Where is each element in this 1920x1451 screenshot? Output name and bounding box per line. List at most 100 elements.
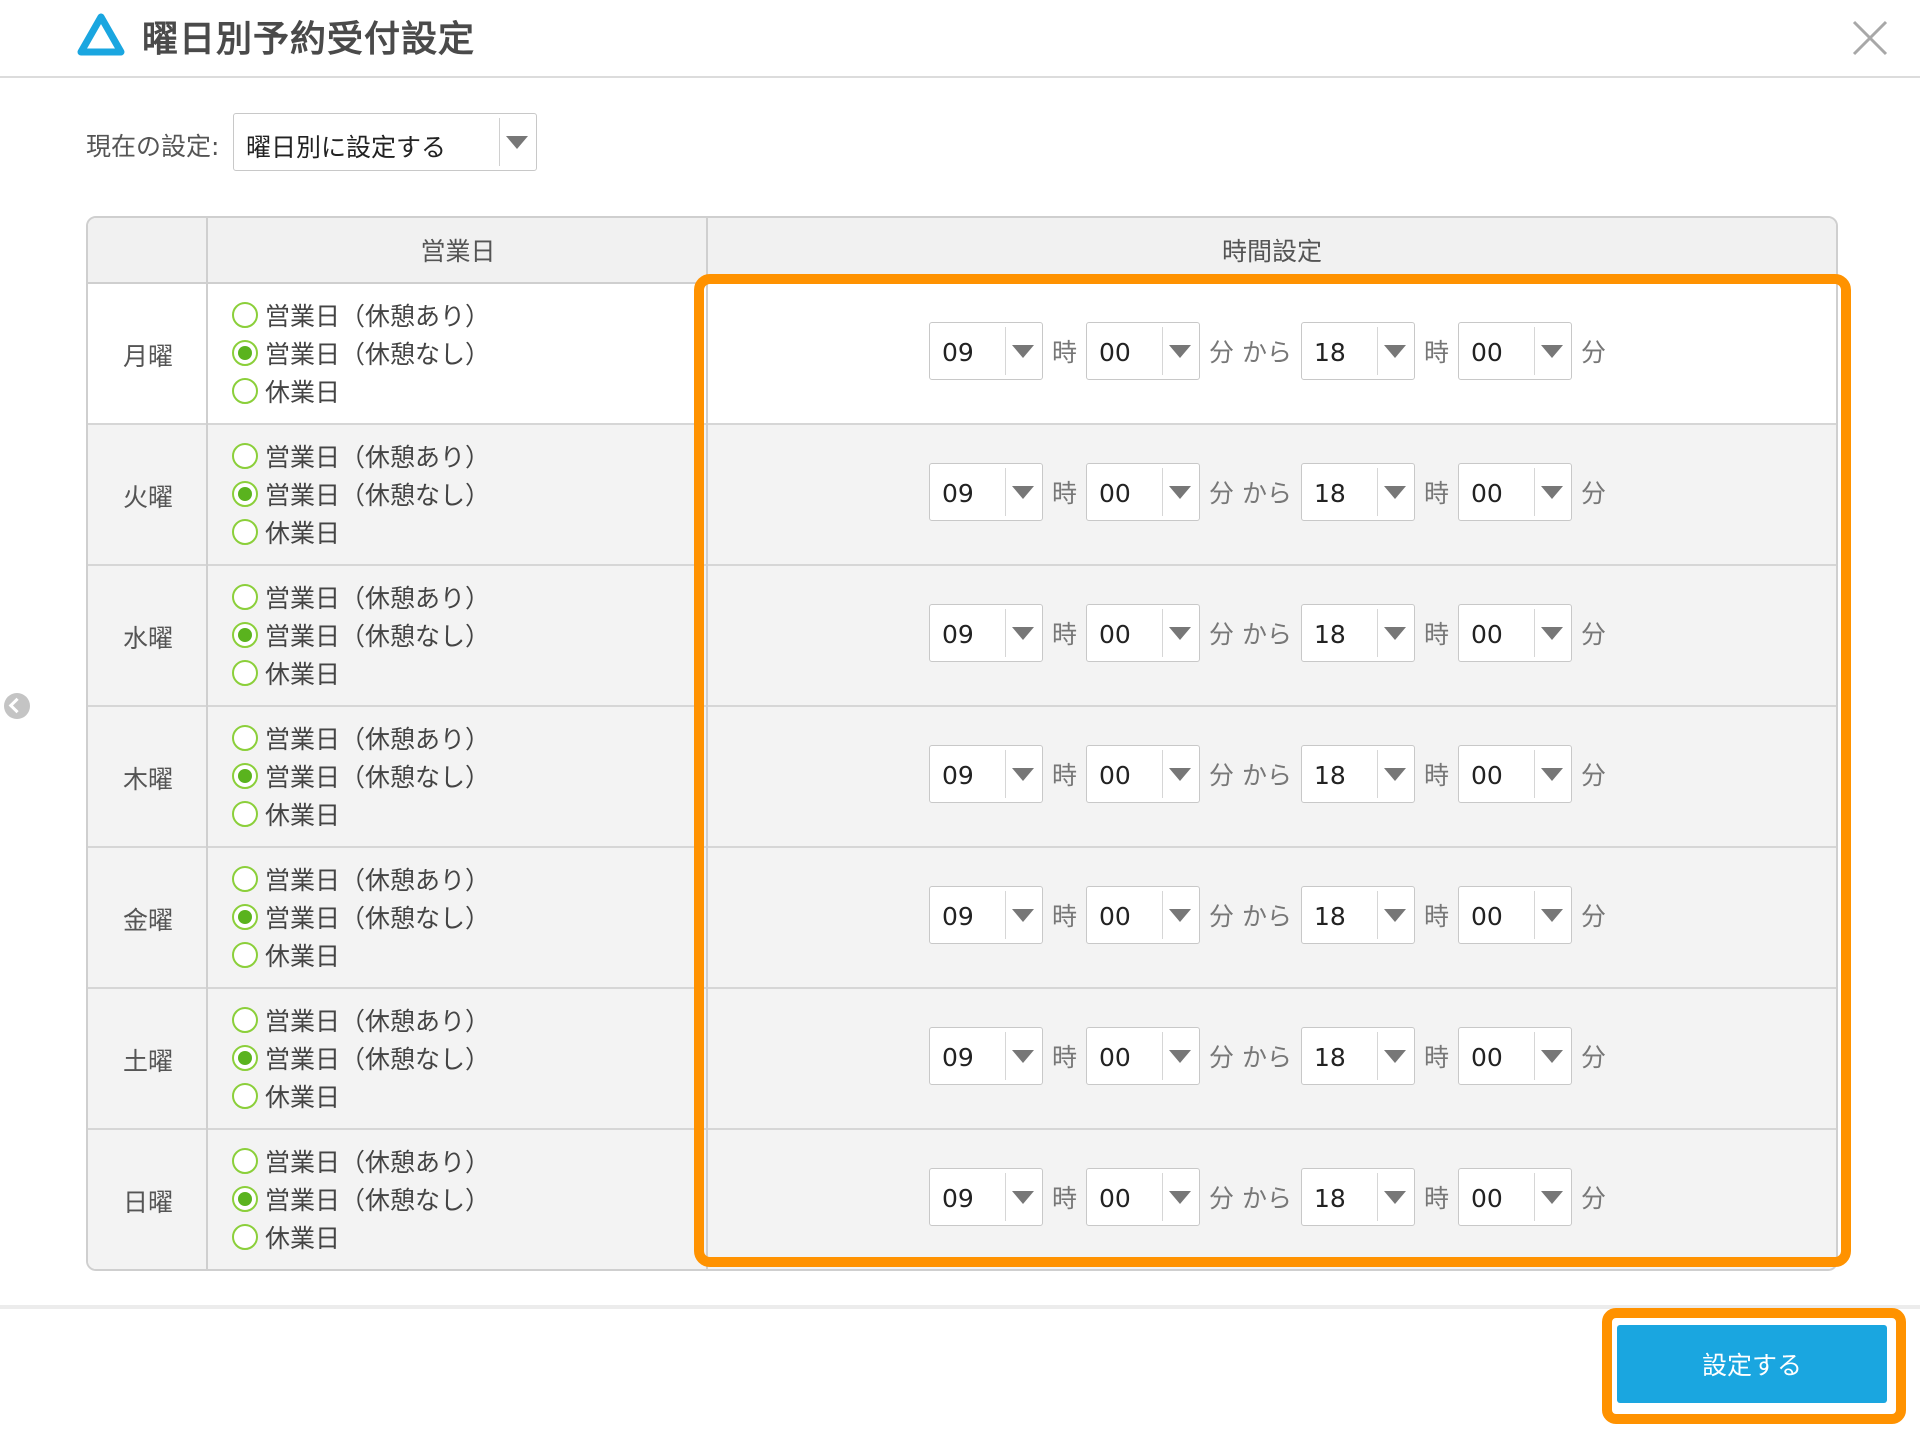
- business-day-option[interactable]: 休業日: [232, 372, 692, 410]
- business-day-option[interactable]: 営業日（休憩なし）: [232, 898, 692, 936]
- radio-button[interactable]: [232, 1045, 258, 1071]
- chevron-down-icon: [1012, 627, 1034, 640]
- business-day-option[interactable]: 営業日（休憩なし）: [232, 757, 692, 795]
- radio-button[interactable]: [232, 942, 258, 968]
- business-day-option[interactable]: 営業日（休憩なし）: [232, 475, 692, 513]
- option-label: 休業日: [265, 378, 341, 407]
- submit-button[interactable]: 設定する: [1617, 1325, 1887, 1403]
- business-day-options: 営業日（休憩あり） 営業日（休憩なし） 休業日: [232, 860, 692, 974]
- business-day-option[interactable]: 営業日（休憩あり）: [232, 860, 692, 898]
- current-setting-select[interactable]: 曜日別に設定する: [233, 113, 537, 171]
- end-hour-select[interactable]: 18: [1300, 886, 1415, 944]
- end-hour-select[interactable]: 18: [1300, 1027, 1415, 1085]
- radio-button[interactable]: [232, 340, 258, 366]
- hour-unit: 時: [1423, 902, 1449, 931]
- select-divider: [1376, 750, 1378, 798]
- start-hour-select[interactable]: 09: [929, 1168, 1043, 1226]
- start-hour-select[interactable]: 09: [929, 604, 1043, 662]
- business-day-option[interactable]: 営業日（休憩あり）: [232, 296, 692, 334]
- business-day-option[interactable]: 休業日: [232, 1218, 692, 1256]
- end-hour-select[interactable]: 18: [1300, 1168, 1415, 1226]
- end-minute-select[interactable]: 00: [1457, 745, 1572, 803]
- start-minute-select[interactable]: 00: [1086, 463, 1201, 521]
- radio-button[interactable]: [232, 725, 258, 751]
- hour-unit: 時: [1423, 620, 1449, 649]
- business-day-option[interactable]: 営業日（休憩あり）: [232, 719, 692, 757]
- radio-button[interactable]: [232, 302, 258, 328]
- chevron-down-icon: [1540, 909, 1563, 922]
- select-divider: [1005, 1173, 1006, 1221]
- radio-button[interactable]: [232, 378, 258, 404]
- end-minute-select[interactable]: 00: [1457, 604, 1572, 662]
- option-label: 営業日（休憩あり）: [265, 443, 491, 472]
- end-hour-select[interactable]: 18: [1300, 322, 1415, 380]
- from-unit: 分 から: [1209, 1043, 1292, 1072]
- start-minute-select[interactable]: 00: [1086, 604, 1201, 662]
- end-minute-select[interactable]: 00: [1457, 886, 1572, 944]
- minute-unit: 分: [1580, 338, 1606, 367]
- radio-button[interactable]: [232, 904, 258, 930]
- start-hour-select[interactable]: 09: [929, 463, 1043, 521]
- start-minute-select[interactable]: 00: [1086, 1168, 1201, 1226]
- select-divider: [1005, 1032, 1006, 1080]
- start-minute-select[interactable]: 00: [1086, 886, 1201, 944]
- end-hour-select[interactable]: 18: [1300, 604, 1415, 662]
- end-minute-select[interactable]: 00: [1457, 1027, 1572, 1085]
- radio-button[interactable]: [232, 763, 258, 789]
- start-minute-select[interactable]: 00: [1086, 322, 1201, 380]
- radio-button[interactable]: [232, 801, 258, 827]
- chevron-down-icon: [1169, 1050, 1192, 1063]
- chevron-down-icon: [1383, 345, 1406, 358]
- option-label: 営業日（休憩なし）: [265, 1186, 491, 1215]
- start-hour-select[interactable]: 09: [929, 1027, 1043, 1085]
- time-range: 09 時 00 分 から 18 時 00 分: [929, 1168, 1615, 1226]
- end-minute-select[interactable]: 00: [1457, 1168, 1572, 1226]
- start-hour-select[interactable]: 09: [929, 745, 1043, 803]
- chevron-left-icon[interactable]: [4, 693, 30, 719]
- start-hour-select[interactable]: 09: [929, 886, 1043, 944]
- option-label: 休業日: [265, 660, 341, 689]
- business-day-option[interactable]: 休業日: [232, 795, 692, 833]
- radio-button[interactable]: [232, 519, 258, 545]
- start-minute-select-value: 00: [1099, 902, 1131, 931]
- business-day-option[interactable]: 営業日（休憩なし）: [232, 334, 692, 372]
- business-day-option[interactable]: 営業日（休憩なし）: [232, 1039, 692, 1077]
- radio-button[interactable]: [232, 1224, 258, 1250]
- start-minute-select[interactable]: 00: [1086, 745, 1201, 803]
- radio-button[interactable]: [232, 1083, 258, 1109]
- chevron-down-icon: [1383, 627, 1406, 640]
- radio-button[interactable]: [232, 660, 258, 686]
- business-day-option[interactable]: 営業日（休憩あり）: [232, 1001, 692, 1039]
- business-day-option[interactable]: 休業日: [232, 654, 692, 692]
- end-hour-select-value: 18: [1313, 761, 1346, 790]
- end-hour-select[interactable]: 18: [1300, 463, 1415, 521]
- hour-unit: 時: [1423, 761, 1449, 790]
- option-label: 営業日（休憩あり）: [265, 866, 491, 895]
- business-day-option[interactable]: 休業日: [232, 936, 692, 974]
- start-hour-select[interactable]: 09: [929, 322, 1043, 380]
- chevron-down-icon: [1012, 1050, 1034, 1063]
- business-day-option[interactable]: 営業日（休憩あり）: [232, 1142, 692, 1180]
- end-minute-select[interactable]: 00: [1457, 463, 1572, 521]
- end-minute-select[interactable]: 00: [1457, 322, 1572, 380]
- business-day-option[interactable]: 休業日: [232, 513, 692, 551]
- start-hour-select-value: 09: [942, 902, 974, 931]
- business-day-option[interactable]: 営業日（休憩なし）: [232, 616, 692, 654]
- business-day-option[interactable]: 営業日（休憩あり）: [232, 578, 692, 616]
- radio-button[interactable]: [232, 1007, 258, 1033]
- table-header: 営業日 時間設定: [88, 218, 1836, 284]
- radio-button[interactable]: [232, 481, 258, 507]
- radio-button[interactable]: [232, 622, 258, 648]
- radio-button[interactable]: [232, 866, 258, 892]
- business-day-option[interactable]: 営業日（休憩あり）: [232, 437, 692, 475]
- radio-button[interactable]: [232, 1186, 258, 1212]
- start-hour-select-value: 09: [942, 338, 974, 367]
- close-icon[interactable]: [1850, 18, 1890, 58]
- business-day-option[interactable]: 営業日（休憩なし）: [232, 1180, 692, 1218]
- end-hour-select[interactable]: 18: [1300, 745, 1415, 803]
- radio-button[interactable]: [232, 443, 258, 469]
- radio-button[interactable]: [232, 584, 258, 610]
- start-minute-select[interactable]: 00: [1086, 1027, 1201, 1085]
- business-day-option[interactable]: 休業日: [232, 1077, 692, 1115]
- radio-button[interactable]: [232, 1148, 258, 1174]
